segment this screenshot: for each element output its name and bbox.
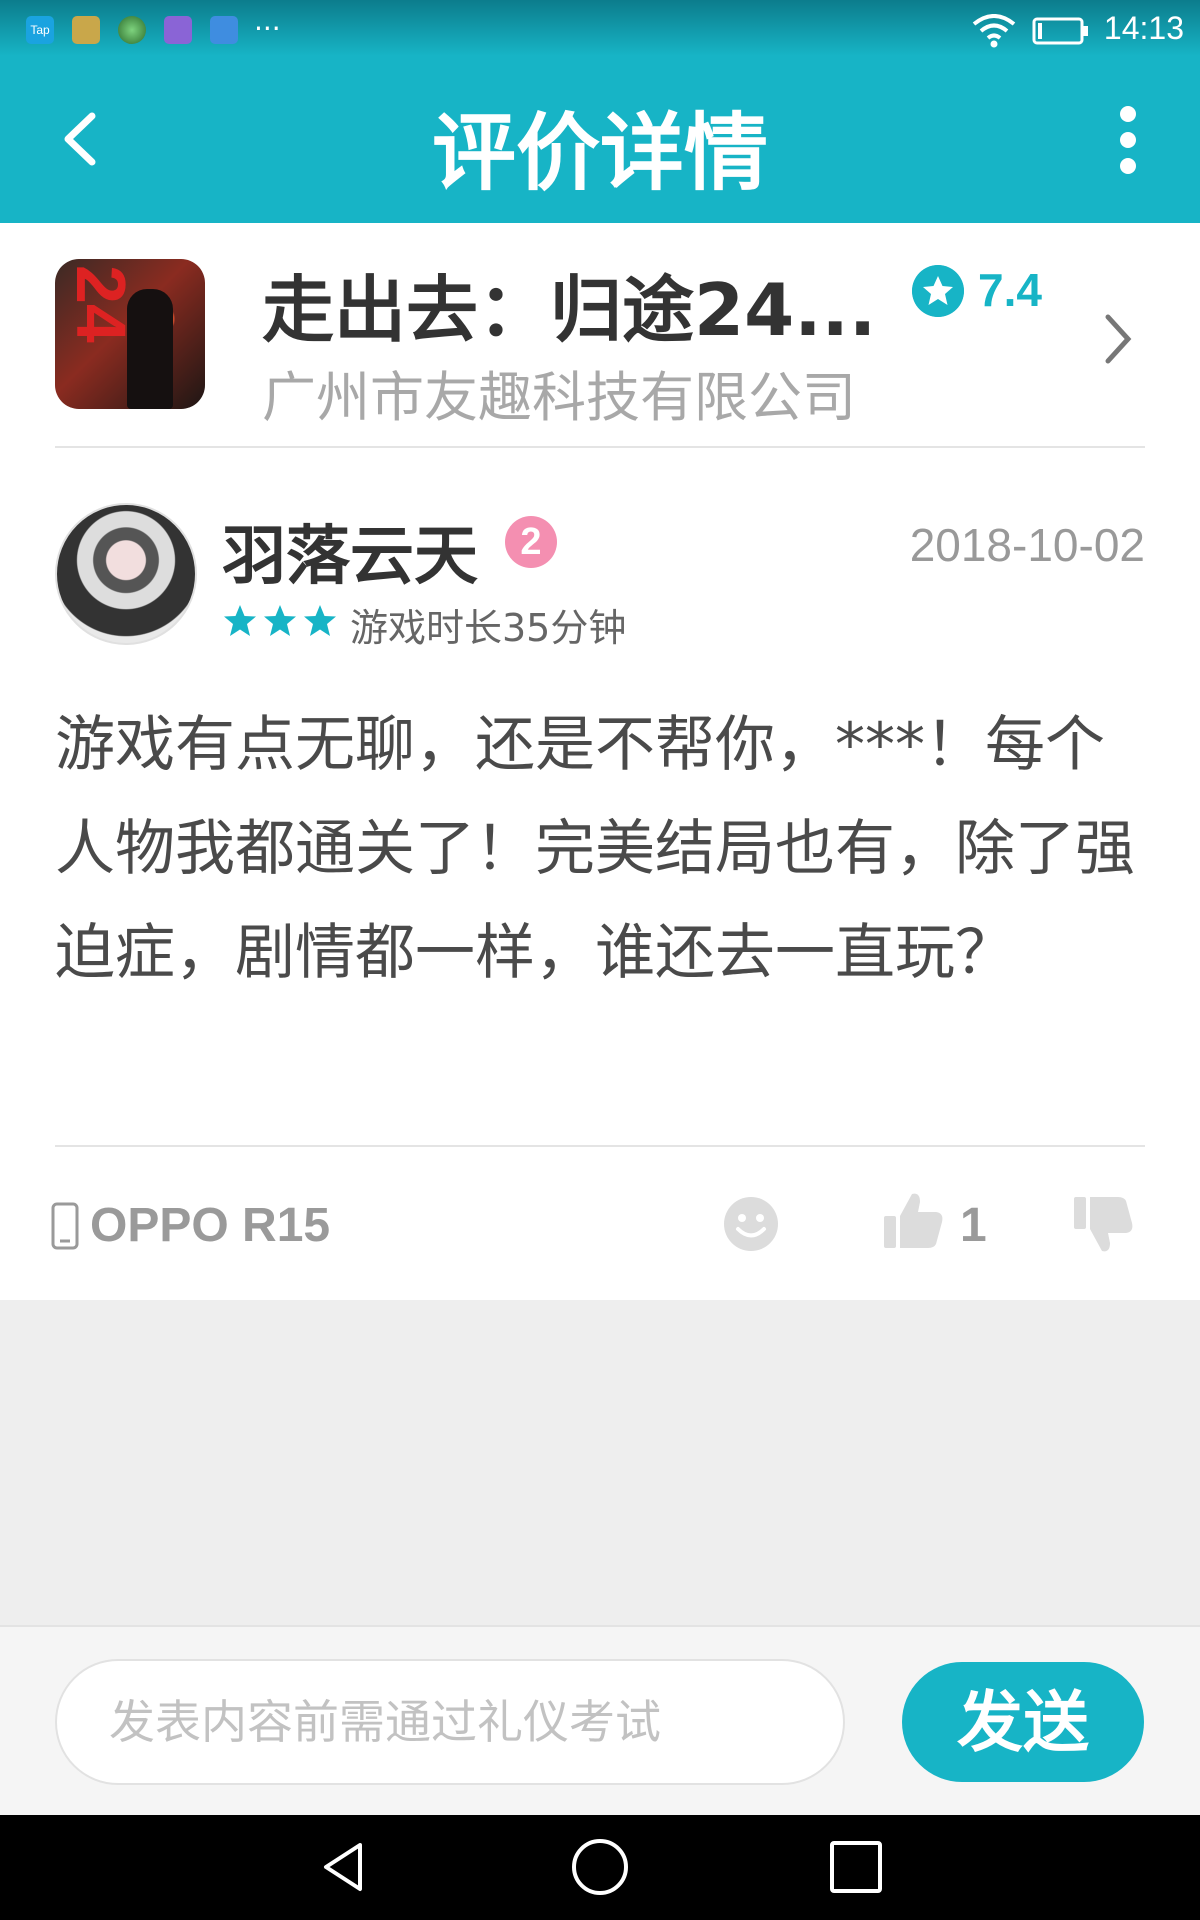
thumbs-up-icon xyxy=(884,1193,943,1248)
user-name[interactable]: 羽落云天 xyxy=(222,505,478,597)
app-developer: 广州市友趣科技有限公司 xyxy=(262,366,856,429)
app-icon-figure xyxy=(127,289,173,409)
app-summary-row[interactable]: 24 走出去：归途24... 7.4 广州市友趣科技有限公司 xyxy=(0,223,1200,448)
triangle-back-icon xyxy=(324,1843,362,1891)
app-bar: 评价详情 xyxy=(0,56,1200,223)
status-time: 14:13 xyxy=(1103,10,1184,46)
star-icon xyxy=(224,605,256,636)
circle-home-icon xyxy=(572,1839,628,1895)
emoji-button[interactable] xyxy=(722,1195,780,1253)
nav-home-button[interactable] xyxy=(570,1837,630,1897)
app-score-value: 7.4 xyxy=(978,264,1042,316)
review-card: 24 走出去：归途24... 7.4 广州市友趣科技有限公司 羽落云天 2 20… xyxy=(0,223,1200,1300)
wifi-icon xyxy=(972,14,1016,48)
browser-icon xyxy=(118,16,146,44)
page-title: 评价详情 xyxy=(431,104,768,202)
divider xyxy=(55,446,1145,448)
more-vertical-icon xyxy=(1120,106,1136,174)
status-bar: Tap ··· 14:13 xyxy=(0,0,1200,56)
level-badge: 2 xyxy=(505,516,557,568)
system-nav-bar xyxy=(0,1815,1200,1920)
app-icon[interactable]: 24 xyxy=(55,259,205,409)
info-icon xyxy=(210,16,238,44)
device-name: OPPO R15 xyxy=(90,1199,331,1252)
send-button[interactable]: 发送 xyxy=(902,1662,1144,1782)
divider xyxy=(55,1145,1145,1147)
thumbs-down-icon xyxy=(1074,1197,1133,1252)
star-icon xyxy=(264,605,296,636)
smiley-icon xyxy=(724,1197,778,1251)
comment-bar: 发送 xyxy=(0,1625,1200,1815)
playtime: 游戏时长35分钟 xyxy=(350,606,627,650)
nav-back-button[interactable] xyxy=(314,1837,374,1897)
rating-stars xyxy=(220,601,340,641)
gallery-icon xyxy=(164,16,192,44)
phone-icon xyxy=(51,1202,79,1250)
dislike-button[interactable] xyxy=(1070,1191,1136,1257)
chevron-right-icon[interactable] xyxy=(1098,309,1138,369)
square-recents-icon xyxy=(830,1841,882,1893)
nav-recents-button[interactable] xyxy=(826,1837,886,1897)
comment-input[interactable] xyxy=(55,1659,845,1785)
review-text: 游戏有点无聊，还是不帮你，***！每个人物我都通关了！完美结局也有，除了强迫症，… xyxy=(55,710,1135,988)
battery-icon xyxy=(1032,17,1088,45)
like-button[interactable] xyxy=(880,1188,946,1254)
app-name[interactable]: 走出去：归途24... xyxy=(262,251,876,356)
more-menu-button[interactable] xyxy=(1108,104,1148,176)
avatar[interactable] xyxy=(55,503,197,645)
tap-app-icon: Tap xyxy=(26,16,54,44)
more-notifications-icon: ··· xyxy=(254,12,281,45)
review-date: 2018-10-02 xyxy=(909,519,1145,571)
game-app-icon xyxy=(72,16,100,44)
star-badge-icon xyxy=(912,265,964,317)
like-count: 1 xyxy=(960,1199,987,1252)
star-icon xyxy=(304,605,336,636)
